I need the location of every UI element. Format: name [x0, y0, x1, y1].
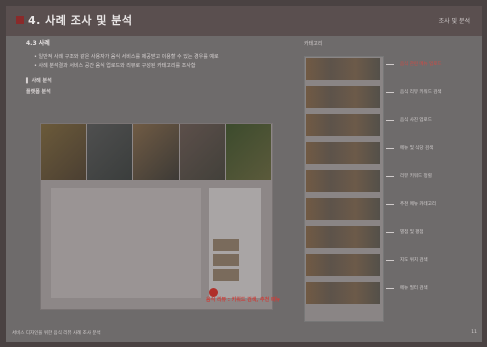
category-thumb: [306, 58, 380, 80]
food-photo: [225, 124, 273, 180]
connector-line: [386, 64, 394, 65]
subhead-2: 플랫폼 분석: [26, 89, 51, 95]
category-thumb: [306, 282, 380, 304]
screenshot-panel: [40, 123, 273, 310]
connector-line: [386, 232, 394, 233]
page-number: 11: [471, 330, 477, 335]
category-thumb: [306, 114, 380, 136]
map-thumb: [213, 254, 239, 266]
right-title: 카테고리: [304, 41, 323, 47]
category-label: 음식 관련 메뉴 업로드: [400, 62, 442, 67]
map-thumb: [213, 239, 239, 251]
info-panel: [51, 188, 201, 298]
category-label: 음식 리뷰 키워드 검색: [400, 90, 442, 95]
screenshot-caption: 음식 리뷰 : 키워드 검색, 추천 메뉴: [206, 297, 281, 303]
subhead: ▌ 사례 분석: [26, 78, 52, 84]
title-bar: 4. 사례 조사 및 분석 조사 및 분석: [6, 6, 482, 36]
category-label: 지도 위치 검색: [400, 258, 428, 263]
category-thumb: [306, 86, 380, 108]
connector-line: [386, 260, 394, 261]
connector-line: [386, 148, 394, 149]
section-heading: 4.3 사례: [26, 40, 50, 47]
category-label: 메뉴 필터 검색: [400, 286, 428, 291]
connector-line: [386, 288, 394, 289]
food-photo: [41, 124, 88, 180]
connector-line: [386, 92, 394, 93]
title-marker-icon: [16, 16, 24, 24]
food-photo: [133, 124, 180, 180]
category-label: 추천 메뉴 카테고리: [400, 202, 436, 207]
slide-frame: 4. 사례 조사 및 분석 조사 및 분석 4.3 사례 일반적 사례 구조와 …: [0, 0, 487, 347]
footer-text: 서비스 디자인을 위한 음식 리뷰 사례 조사 분석: [12, 331, 101, 336]
category-thumb: [306, 170, 380, 192]
category-label: 리뷰 키워드 정렬: [400, 174, 432, 179]
photo-strip: [41, 124, 273, 180]
category-label: 메뉴 및 식당 검색: [400, 146, 434, 151]
category-label: 음식 사진 업로드: [400, 118, 432, 123]
category-thumb: [306, 254, 380, 276]
bullet-1: 일반적 사례 구조와 같은 사용자가 음식 서비스를 제공받고 이용할 수 있는…: [34, 53, 296, 60]
section-tag: 조사 및 분석: [438, 18, 470, 25]
category-thumb: [306, 142, 380, 164]
food-photo: [87, 124, 134, 180]
right-panel: 카테고리: [304, 40, 468, 51]
category-label: 별점 및 평점: [400, 230, 424, 235]
connector-line: [386, 204, 394, 205]
connector-line: [386, 120, 394, 121]
category-thumb: [306, 198, 380, 220]
food-photo: [179, 124, 226, 180]
connector-line: [386, 176, 394, 177]
bullet-2: 사례 분석결과 서비스 공간 음식 업로드와 리뷰로 구성된 카테고리를 조사함: [34, 62, 296, 69]
category-thumb: [306, 226, 380, 248]
map-thumb: [213, 269, 239, 281]
left-content: 4.3 사례 일반적 사례 구조와 같은 사용자가 음식 서비스를 제공받고 이…: [26, 38, 296, 95]
slide-title: 4. 사례 조사 및 분석: [28, 14, 133, 27]
